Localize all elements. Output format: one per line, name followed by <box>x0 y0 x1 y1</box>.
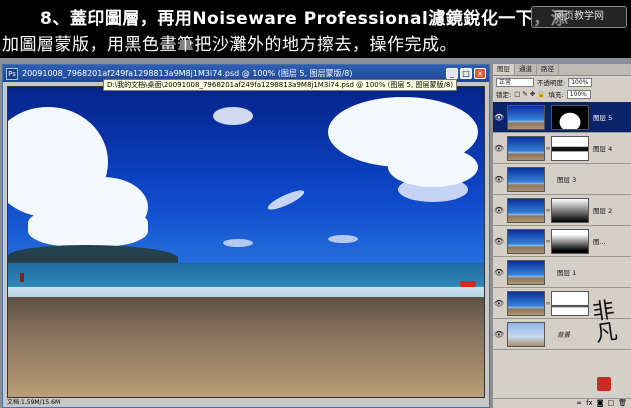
lock-icons[interactable]: □ ✎ ✥ 🔒 <box>514 90 545 98</box>
beach-person <box>20 273 24 282</box>
red-boat <box>460 281 476 287</box>
eye-icon[interactable]: 👁 <box>493 113 505 122</box>
document-status: 文档:1.59M/15.6M <box>7 399 61 406</box>
tab-channels[interactable]: 通道 <box>515 64 537 75</box>
eye-icon[interactable]: 👁 <box>493 175 505 184</box>
layer-thumbnail[interactable] <box>507 259 545 285</box>
tab-paths[interactable]: 路径 <box>537 64 559 75</box>
layer-thumbnail[interactable] <box>507 290 545 316</box>
document-window[interactable]: Ps 20091008_7968201af249fa1298813a9M8j1M… <box>2 64 490 408</box>
cloud-mid <box>213 107 253 125</box>
fill-label: 填充: <box>548 91 564 99</box>
mask-thumbnail[interactable] <box>551 228 589 254</box>
fx-icon[interactable]: fx <box>586 399 593 408</box>
caption-line-1: 8、蓋印圖層，再用Noiseware Professional濾鏡銳化一下，添 <box>40 9 569 29</box>
cloud-left-3 <box>28 207 148 247</box>
mask-thumbnail[interactable] <box>551 197 589 223</box>
blend-mode-select[interactable]: 正常 <box>496 77 534 87</box>
mask-thumbnail[interactable] <box>551 290 589 316</box>
layer-thumbnail[interactable] <box>507 228 545 254</box>
layer-name: 图层 3 <box>557 176 577 184</box>
eye-icon[interactable]: 👁 <box>493 237 505 246</box>
layer-row[interactable]: 👁 图层 3 <box>493 164 631 195</box>
layer-name: 图层 1 <box>557 269 577 277</box>
layer-row[interactable]: 👁 ∞ 图层 4 <box>493 133 631 164</box>
close-button[interactable]: x <box>474 68 486 79</box>
layer-row[interactable]: 👁 ∞ 图... <box>493 226 631 257</box>
window-buttons: _ □ x <box>446 68 486 79</box>
document-title: 20091008_7968201af249fa1298813a9M8j1M3i7… <box>22 69 353 78</box>
mask-thumbnail[interactable] <box>551 135 589 161</box>
path-tooltip: D:\我的文档\桌面\20091008_7968201af249fa129881… <box>103 79 458 91</box>
layers-panel: 图层 通道 路径 正常 不透明度: 100% 锁定: □ ✎ ✥ 🔒 填充: 1… <box>492 64 631 408</box>
eye-icon[interactable]: 👁 <box>493 206 505 215</box>
opacity-input[interactable]: 100% <box>568 77 593 87</box>
layer-thumbnail[interactable] <box>507 166 545 192</box>
maximize-button[interactable]: □ <box>460 68 472 79</box>
panel-bottom-toolbar: ∞ fx ◙ □ 🗑 <box>493 398 631 408</box>
layer-name: 图层 4 <box>593 145 613 153</box>
layer-row[interactable]: 👁 ∞ 图层 2 <box>493 195 631 226</box>
layer-thumbnail[interactable] <box>507 321 545 347</box>
lock-row: 锁定: □ ✎ ✥ 🔒 填充: 100% <box>493 88 631 100</box>
tutorial-caption: 8、蓋印圖層，再用Noiseware Professional濾鏡銳化一下，添 … <box>0 0 631 58</box>
add-mask-icon[interactable]: ◙ <box>597 399 604 408</box>
opacity-label: 不透明度: <box>537 79 566 87</box>
layer-row[interactable]: 👁 ∞ 图层 5 <box>493 102 631 133</box>
layer-name: 图... <box>593 238 606 246</box>
layer-row[interactable]: 👁 图层 1 <box>493 257 631 288</box>
cloud-right-3 <box>398 177 468 202</box>
cloud-low-1 <box>223 239 253 247</box>
link-layers-icon[interactable]: ∞ <box>576 399 582 408</box>
layer-name: 图层 2 <box>593 207 613 215</box>
new-layer-icon[interactable]: □ <box>607 399 614 408</box>
layer-thumbnail[interactable] <box>507 135 545 161</box>
minimize-button[interactable]: _ <box>446 68 458 79</box>
beach-sand <box>8 297 484 397</box>
eye-icon[interactable]: 👁 <box>493 268 505 277</box>
photoshop-icon: Ps <box>6 67 18 80</box>
panel-tabs: 图层 通道 路径 <box>493 64 631 76</box>
artist-signature: 非凡 <box>590 297 620 348</box>
red-seal-stamp <box>597 377 611 391</box>
eye-icon[interactable]: 👁 <box>493 144 505 153</box>
mask-thumbnail[interactable] <box>551 104 589 130</box>
image-canvas[interactable] <box>7 86 485 398</box>
site-watermark: 网页教学网 <box>531 6 627 28</box>
lock-label: 锁定: <box>496 91 512 99</box>
photoshop-workspace: Ps 20091008_7968201af249fa1298813a9M8j1M… <box>0 58 631 408</box>
eye-icon[interactable]: 👁 <box>493 299 505 308</box>
trash-icon[interactable]: 🗑 <box>618 399 627 408</box>
layer-name: 图层 5 <box>593 114 613 122</box>
fill-input[interactable]: 100% <box>566 89 591 99</box>
caption-line-2: 加圖層蒙版，用黑色畫筆把沙灘外的地方擦去，操作完成。 <box>2 35 457 55</box>
cloud-low-2 <box>328 235 358 243</box>
tab-layers[interactable]: 图层 <box>493 64 515 75</box>
blend-row: 正常 不透明度: 100% <box>493 76 631 88</box>
layer-thumbnail[interactable] <box>507 197 545 223</box>
eye-icon[interactable]: 👁 <box>493 330 505 339</box>
layer-thumbnail[interactable] <box>507 104 545 130</box>
